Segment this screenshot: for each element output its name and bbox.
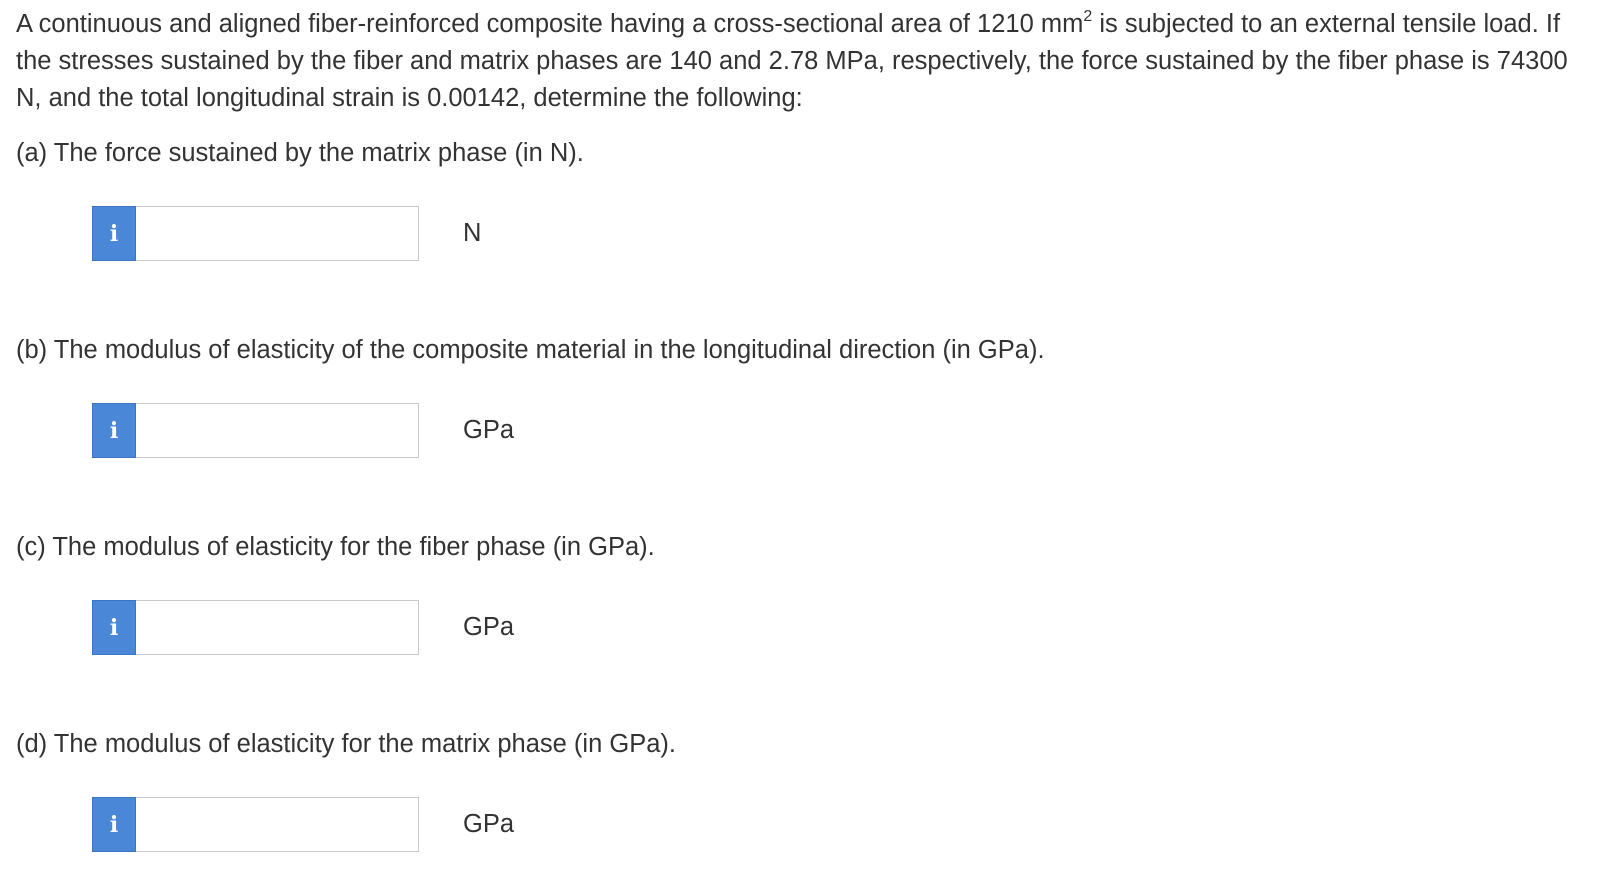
answer-row-b: i GPa <box>92 403 552 458</box>
answer-input-c[interactable] <box>136 600 419 655</box>
info-icon: i <box>109 220 119 247</box>
unit-label-c: GPa <box>463 613 515 641</box>
question-b-prompt: (b) The modulus of elasticity of the com… <box>16 336 1045 364</box>
answer-row-d: i GPa <box>92 797 552 852</box>
superscript: 2 <box>1083 7 1093 25</box>
unit-label-a: N <box>463 219 482 247</box>
info-button-c[interactable]: i <box>92 600 136 655</box>
answer-input-b[interactable] <box>136 403 419 458</box>
info-icon: i <box>109 811 119 838</box>
info-button-a[interactable]: i <box>92 206 136 261</box>
answer-input-a[interactable] <box>136 206 419 261</box>
problem-text-1: A continuous and aligned fiber-reinforce… <box>16 10 1084 38</box>
question-d-prompt: (d) The modulus of elasticity for the ma… <box>16 730 676 758</box>
info-button-d[interactable]: i <box>92 797 136 852</box>
question-c-prompt: (c) The modulus of elasticity for the fi… <box>16 533 655 561</box>
info-button-b[interactable]: i <box>92 403 136 458</box>
answer-row-c: i GPa <box>92 600 552 655</box>
answer-input-d[interactable] <box>136 797 419 852</box>
info-icon: i <box>109 614 119 641</box>
unit-label-d: GPa <box>463 810 515 838</box>
problem-statement: A continuous and aligned fiber-reinforce… <box>16 6 1586 117</box>
info-icon: i <box>109 417 119 444</box>
question-page: A continuous and aligned fiber-reinforce… <box>0 0 1600 889</box>
unit-label-b: GPa <box>463 416 515 444</box>
answer-row-a: i N <box>92 206 552 261</box>
question-a-prompt: (a) The force sustained by the matrix ph… <box>16 139 584 167</box>
